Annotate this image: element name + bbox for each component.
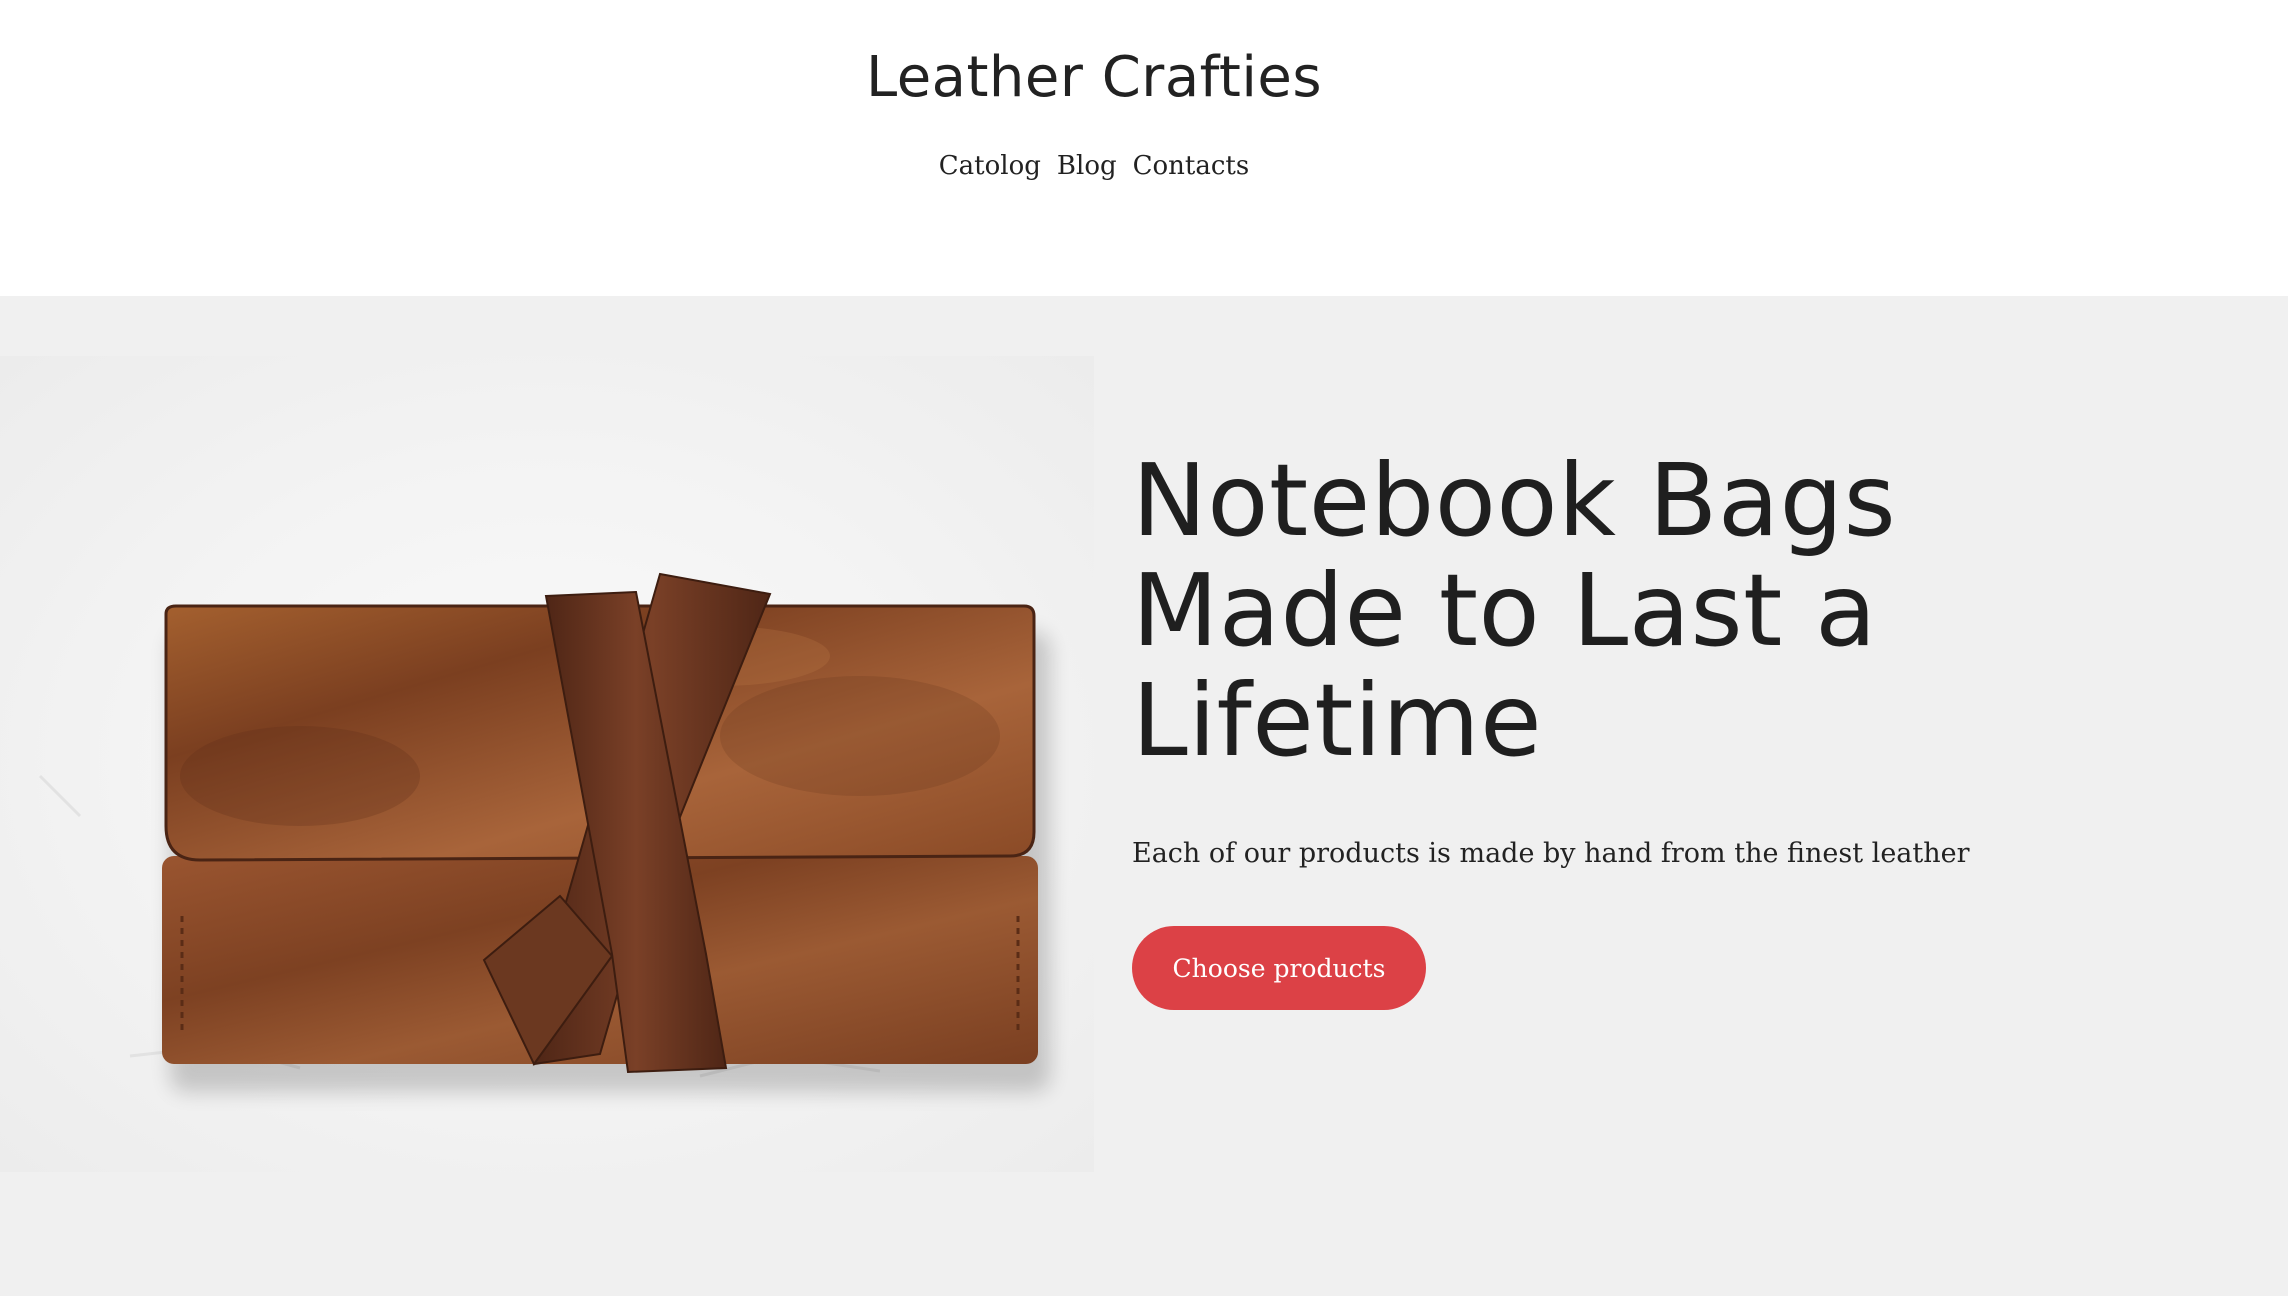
- hero-subtitle: Each of our products is made by hand fro…: [1132, 838, 1970, 869]
- hero-product-image: [0, 356, 1094, 1172]
- hero-title-line: Lifetime: [1132, 662, 1543, 779]
- nav-link-catalog[interactable]: Catolog: [939, 146, 1041, 186]
- main-nav: Catolog Blog Contacts: [0, 146, 2188, 186]
- hero-title-line: Made to Last a: [1132, 552, 1877, 669]
- hero-title: Notebook Bags Made to Last a Lifetime: [1132, 446, 2132, 776]
- hero-section: Notebook Bags Made to Last a Lifetime Ea…: [0, 296, 2288, 1296]
- site-logo[interactable]: Leather Crafties: [0, 40, 2188, 116]
- hero-title-line: Notebook Bags: [1132, 442, 1897, 559]
- nav-link-contacts[interactable]: Contacts: [1133, 146, 1250, 186]
- site-header: Leather Crafties Catolog Blog Contacts: [0, 0, 2288, 296]
- hero-text: Notebook Bags Made to Last a Lifetime Ea…: [1132, 446, 2132, 1010]
- choose-products-button[interactable]: Choose products: [1132, 926, 1426, 1010]
- nav-link-blog[interactable]: Blog: [1057, 146, 1117, 186]
- leather-bag-illustration: [38, 572, 1050, 1092]
